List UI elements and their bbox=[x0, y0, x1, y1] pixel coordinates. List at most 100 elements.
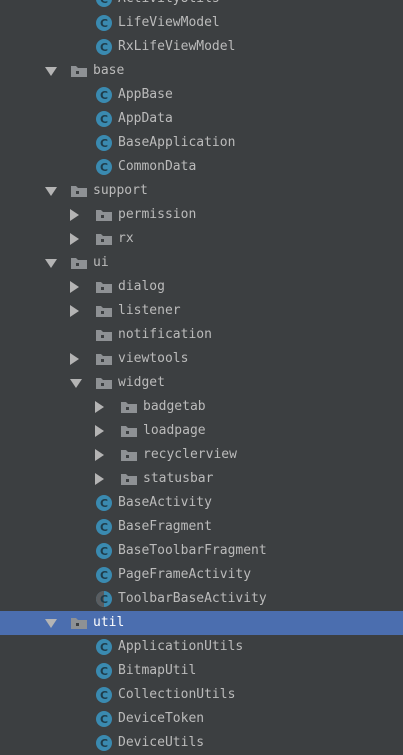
tree-node-bitmaputil[interactable]: C BitmapUtil bbox=[0, 659, 403, 683]
chevron-right-icon[interactable] bbox=[95, 425, 104, 437]
tree-node-baseactivity[interactable]: C BaseActivity bbox=[0, 491, 403, 515]
class-icon: C bbox=[95, 494, 113, 512]
package-folder-icon bbox=[70, 62, 88, 80]
svg-text:C: C bbox=[100, 593, 108, 606]
tree-node-viewtools[interactable]: viewtools bbox=[0, 347, 403, 371]
tree-node-label: dialog bbox=[118, 279, 165, 294]
tree-node-label: util bbox=[93, 615, 125, 630]
tree-node-label: RxLifeViewModel bbox=[118, 39, 236, 54]
class-icon: C bbox=[95, 0, 113, 8]
tree-node-notification[interactable]: notification bbox=[0, 323, 403, 347]
svg-text:C: C bbox=[100, 137, 108, 150]
svg-text:C: C bbox=[100, 521, 108, 534]
chevron-right-icon[interactable] bbox=[95, 473, 104, 485]
tree-node-badgetab[interactable]: badgetab bbox=[0, 395, 403, 419]
class-icon: C bbox=[95, 86, 113, 104]
tree-node-util[interactable]: util bbox=[0, 611, 403, 635]
class-icon: C bbox=[95, 14, 113, 32]
tree-node-label: listener bbox=[118, 303, 181, 318]
package-folder-icon bbox=[95, 230, 113, 248]
tree-node-label: DeviceUtils bbox=[118, 735, 205, 750]
tree-node-label: CollectionUtils bbox=[118, 687, 236, 702]
abstract-class-icon: C bbox=[95, 590, 113, 608]
tree-node-dialog[interactable]: dialog bbox=[0, 275, 403, 299]
chevron-down-icon[interactable] bbox=[45, 259, 57, 268]
chevron-right-icon[interactable] bbox=[70, 233, 79, 245]
tree-node-statusbar[interactable]: statusbar bbox=[0, 467, 403, 491]
svg-text:C: C bbox=[100, 41, 108, 54]
tree-node-label: BaseActivity bbox=[118, 495, 212, 510]
tree-node-label: BaseApplication bbox=[118, 135, 236, 150]
svg-text:C: C bbox=[100, 497, 108, 510]
tree-node-label: CommonData bbox=[118, 159, 197, 174]
tree-node-collectionutils[interactable]: C CollectionUtils bbox=[0, 683, 403, 707]
tree-node-basetoolbarfragment[interactable]: C BaseToolbarFragment bbox=[0, 539, 403, 563]
class-icon: C bbox=[95, 158, 113, 176]
chevron-down-icon[interactable] bbox=[45, 187, 57, 196]
svg-text:C: C bbox=[100, 161, 108, 174]
tree-node-label: PageFrameActivity bbox=[118, 567, 252, 582]
chevron-down-icon[interactable] bbox=[70, 379, 82, 388]
tree-node-label: ApplicationUtils bbox=[118, 639, 244, 654]
tree-node-permission[interactable]: permission bbox=[0, 203, 403, 227]
svg-text:C: C bbox=[100, 89, 108, 102]
package-folder-icon bbox=[120, 422, 138, 440]
svg-text:C: C bbox=[100, 689, 108, 702]
tree-node-rxlifeviewmodel[interactable]: C RxLifeViewModel bbox=[0, 35, 403, 59]
tree-node-appdata[interactable]: C AppData bbox=[0, 107, 403, 131]
tree-node-deviceutils[interactable]: C DeviceUtils bbox=[0, 731, 403, 755]
package-folder-icon bbox=[95, 302, 113, 320]
tree-node-label: support bbox=[93, 183, 148, 198]
package-folder-icon bbox=[95, 206, 113, 224]
tree-node-label: BitmapUtil bbox=[118, 663, 197, 678]
chevron-down-icon[interactable] bbox=[45, 619, 57, 628]
svg-text:C: C bbox=[100, 0, 108, 6]
tree-node-pageframeactivity[interactable]: C PageFrameActivity bbox=[0, 563, 403, 587]
chevron-right-icon[interactable] bbox=[95, 401, 104, 413]
class-icon: C bbox=[95, 662, 113, 680]
chevron-right-icon[interactable] bbox=[70, 209, 79, 221]
tree-node-label: AppData bbox=[118, 111, 173, 126]
tree-node-label: ActivityUtils bbox=[118, 0, 220, 7]
tree-node-label: DeviceToken bbox=[118, 711, 205, 726]
class-icon: C bbox=[95, 110, 113, 128]
tree-node-label: statusbar bbox=[143, 471, 214, 486]
tree-node-label: loadpage bbox=[143, 423, 206, 438]
tree-node-base[interactable]: base bbox=[0, 59, 403, 83]
tree-node-activityutils[interactable]: C ActivityUtils bbox=[0, 0, 403, 11]
tree-node-label: widget bbox=[118, 375, 165, 390]
tree-node-support[interactable]: support bbox=[0, 179, 403, 203]
chevron-right-icon[interactable] bbox=[70, 281, 79, 293]
svg-text:C: C bbox=[100, 113, 108, 126]
class-icon: C bbox=[95, 38, 113, 56]
tree-node-recyclerview[interactable]: recyclerview bbox=[0, 443, 403, 467]
chevron-right-icon[interactable] bbox=[70, 305, 79, 317]
class-icon: C bbox=[95, 566, 113, 584]
tree-node-devicetoken[interactable]: C DeviceToken bbox=[0, 707, 403, 731]
tree-node-toolbarbaseactivity[interactable]: C ToolbarBaseActivity bbox=[0, 587, 403, 611]
tree-node-rx[interactable]: rx bbox=[0, 227, 403, 251]
chevron-down-icon[interactable] bbox=[45, 67, 57, 76]
tree-node-listener[interactable]: listener bbox=[0, 299, 403, 323]
svg-text:C: C bbox=[100, 17, 108, 30]
tree-node-ui[interactable]: ui bbox=[0, 251, 403, 275]
svg-text:C: C bbox=[100, 641, 108, 654]
chevron-right-icon[interactable] bbox=[70, 353, 79, 365]
tree-node-loadpage[interactable]: loadpage bbox=[0, 419, 403, 443]
package-folder-icon bbox=[70, 182, 88, 200]
tree-node-lifeviewmodel[interactable]: C LifeViewModel bbox=[0, 11, 403, 35]
tree-node-appbase[interactable]: C AppBase bbox=[0, 83, 403, 107]
tree-node-baseapplication[interactable]: C BaseApplication bbox=[0, 131, 403, 155]
tree-node-label: AppBase bbox=[118, 87, 173, 102]
tree-node-applicationutils[interactable]: C ApplicationUtils bbox=[0, 635, 403, 659]
tree-node-label: viewtools bbox=[118, 351, 189, 366]
tree-node-basefragment[interactable]: C BaseFragment bbox=[0, 515, 403, 539]
tree-node-widget[interactable]: widget bbox=[0, 371, 403, 395]
class-icon: C bbox=[95, 542, 113, 560]
package-folder-icon bbox=[120, 398, 138, 416]
tree-node-commondata[interactable]: C CommonData bbox=[0, 155, 403, 179]
tree-node-label: recyclerview bbox=[143, 447, 237, 462]
tree-node-label: notification bbox=[118, 327, 212, 342]
tree-node-label: base bbox=[93, 63, 125, 78]
chevron-right-icon[interactable] bbox=[95, 449, 104, 461]
